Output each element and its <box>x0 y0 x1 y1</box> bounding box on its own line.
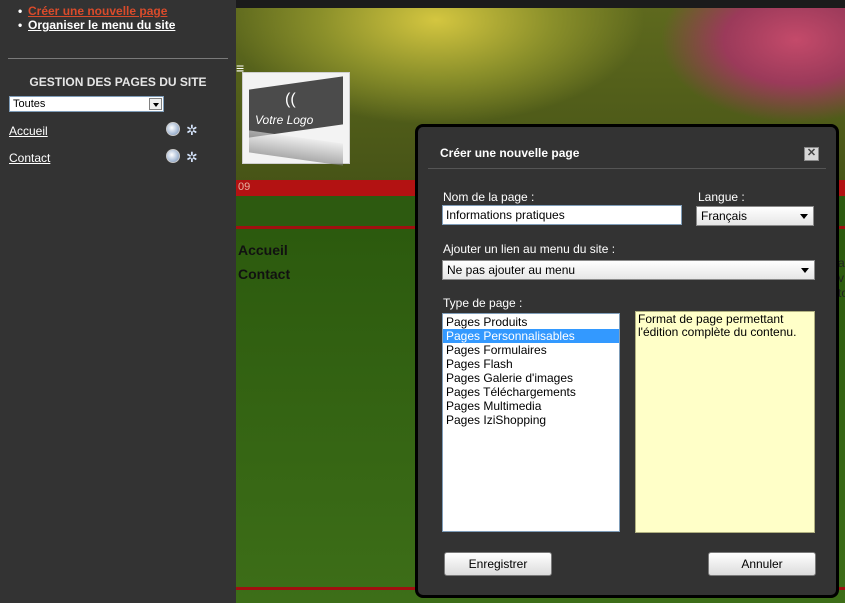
logo: (( Votre Logo <box>242 72 350 166</box>
preview-nav-accueil[interactable]: Accueil <box>238 242 288 258</box>
preview-top-strip <box>236 0 845 8</box>
menu-link-label: Ajouter un lien au menu du site : <box>443 242 616 256</box>
list-item[interactable]: Pages Produits <box>443 315 619 329</box>
preview-cut-text-line: v <box>838 271 844 285</box>
sidebar: • Créer une nouvelle page • Organiser le… <box>0 0 236 603</box>
page-filter-select[interactable]: Toutes <box>9 96 164 112</box>
preview-cut-text-line: to <box>838 286 845 300</box>
bullet: • <box>18 18 23 32</box>
page-name-input[interactable] <box>442 205 682 225</box>
organize-menu-link[interactable]: • Organiser le menu du site <box>18 18 175 32</box>
settings-icon[interactable]: ✲ <box>186 122 204 138</box>
language-label: Langue : <box>698 190 745 204</box>
page-actions: ✲ <box>166 149 204 165</box>
list-item[interactable]: Pages Multimedia <box>443 399 619 413</box>
language-value: Français <box>701 209 748 223</box>
menu-link-value: Ne pas ajouter au menu <box>447 263 576 277</box>
section-title: GESTION DES PAGES DU SITE <box>29 75 207 89</box>
page-filter-value: Toutes <box>13 98 46 110</box>
create-page-link-label[interactable]: Créer une nouvelle page <box>28 4 167 18</box>
cancel-button[interactable]: Annuler <box>708 552 816 576</box>
preview-red-bar-text: 09 <box>238 181 251 193</box>
page-type-description: Format de page permettant l'édition comp… <box>635 311 815 533</box>
preview-cut-text: a v to <box>838 256 845 301</box>
save-button[interactable]: Enregistrer <box>444 552 552 576</box>
list-item[interactable]: Pages IziShopping <box>443 413 619 427</box>
sidebar-page-accueil[interactable]: Accueil <box>9 124 48 138</box>
wifi-icon: (( <box>285 91 296 108</box>
list-item[interactable]: Pages Téléchargements <box>443 385 619 399</box>
edit-icon[interactable] <box>166 149 180 163</box>
page-type-label: Type de page : <box>443 296 523 310</box>
organize-menu-link-label[interactable]: Organiser le menu du site <box>28 18 175 32</box>
menu-link-select[interactable]: Ne pas ajouter au menu <box>442 260 815 280</box>
create-page-link[interactable]: • Créer une nouvelle page <box>18 4 167 18</box>
chevron-down-icon[interactable] <box>801 268 809 273</box>
edit-icon[interactable] <box>166 122 180 136</box>
page-name-label: Nom de la page : <box>443 190 535 204</box>
list-item[interactable]: Pages Flash <box>443 357 619 371</box>
dialog-title: Créer une nouvelle page <box>440 146 580 160</box>
language-select[interactable]: Français <box>696 206 814 226</box>
preview-cut-text-line: a <box>838 256 845 270</box>
logo-reflection <box>249 130 343 166</box>
logo-plate <box>249 76 343 138</box>
page-type-list[interactable]: Pages Produits Pages Personnalisables Pa… <box>442 313 620 532</box>
create-page-dialog: Créer une nouvelle page ✕ Nom de la page… <box>415 124 839 598</box>
list-item-selected[interactable]: Pages Personnalisables <box>443 329 619 343</box>
page-actions: ✲ <box>166 122 204 138</box>
logo-text: Votre Logo <box>255 113 314 127</box>
chevron-down-icon[interactable] <box>800 214 808 219</box>
preview-nav-contact[interactable]: Contact <box>238 266 290 282</box>
settings-icon[interactable]: ✲ <box>186 149 204 165</box>
list-item[interactable]: Pages Formulaires <box>443 343 619 357</box>
chevron-down-icon[interactable] <box>149 98 162 110</box>
close-icon[interactable]: ✕ <box>804 147 819 161</box>
divider <box>8 58 228 59</box>
bullet: • <box>18 4 23 18</box>
list-item[interactable]: Pages Galerie d'images <box>443 371 619 385</box>
sidebar-page-contact[interactable]: Contact <box>9 151 50 165</box>
divider <box>428 168 826 169</box>
